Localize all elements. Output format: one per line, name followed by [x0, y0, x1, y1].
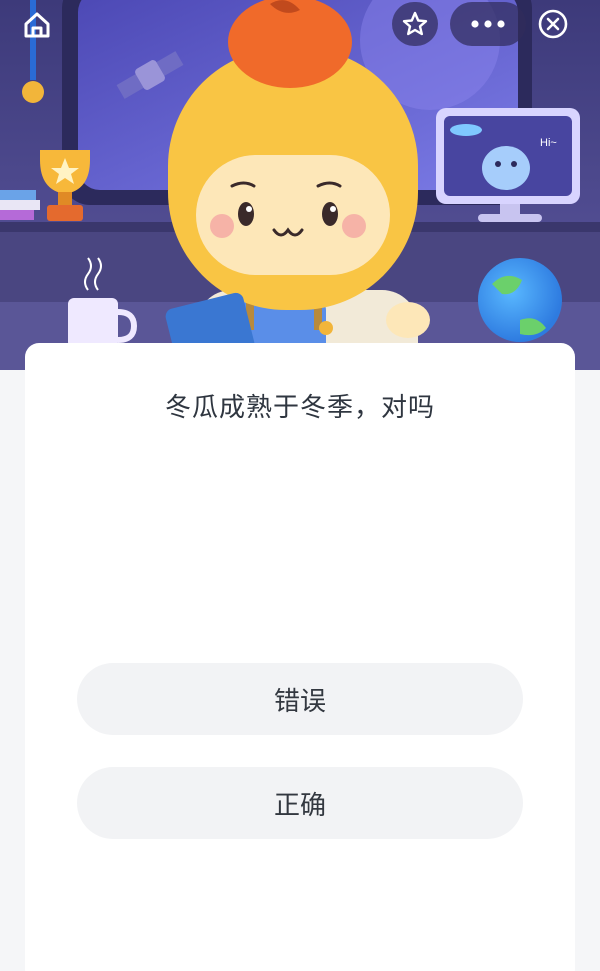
answer-button-wrong[interactable]: 错误	[77, 663, 523, 735]
globe-illustration	[478, 258, 562, 342]
home-button[interactable]	[14, 6, 60, 44]
header-illustration: Hi~	[0, 0, 600, 370]
favorite-button[interactable]	[392, 2, 438, 46]
star-icon	[402, 11, 428, 36]
monitor-greeting: Hi~	[540, 137, 557, 149]
home-icon	[24, 12, 50, 38]
more-icon	[471, 20, 505, 28]
books-illustration	[0, 190, 40, 220]
question-text: 冬瓜成熟于冬季，对吗	[164, 393, 435, 423]
answer-button-right[interactable]: 正确	[77, 767, 523, 839]
more-button[interactable]	[450, 2, 526, 46]
close-icon	[538, 9, 568, 39]
close-button[interactable]	[530, 2, 576, 46]
question-card: 冬瓜成熟于冬季，对吗 错误 正确	[25, 343, 575, 971]
